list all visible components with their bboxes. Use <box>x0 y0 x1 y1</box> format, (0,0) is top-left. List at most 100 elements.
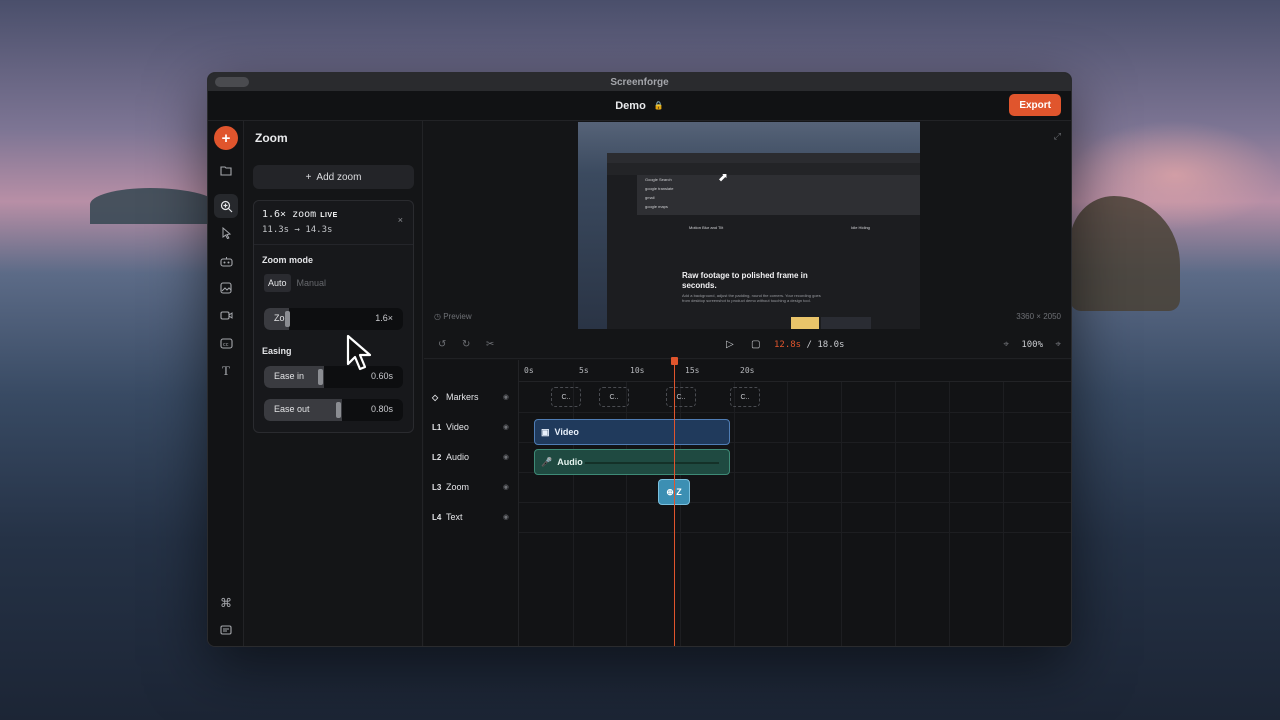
folder-icon[interactable] <box>214 158 238 182</box>
timeline-zoom-level[interactable]: 100% <box>1021 340 1043 350</box>
export-button[interactable]: Export <box>1009 94 1061 116</box>
marker-chip[interactable]: C.. <box>666 387 696 407</box>
captions-icon[interactable]: cc <box>214 331 238 355</box>
eye-icon[interactable]: ◉ <box>503 423 509 431</box>
text-icon[interactable]: T <box>214 359 238 383</box>
preview-thumbnail <box>791 317 819 329</box>
chat-icon[interactable] <box>214 619 238 643</box>
preview-col-title: Motion Blur and Tilt <box>689 225 724 230</box>
window-title: Screenforge <box>610 76 669 88</box>
track-labels: ◇ Markers ◉ L1 Video ◉ L2 Audio ◉ L3 Zoo… <box>424 360 519 646</box>
time-display: 12.8s / 18.0s <box>774 340 844 350</box>
video-clip-label: Video <box>554 427 579 437</box>
track-header-markers[interactable]: ◇ Markers ◉ <box>424 382 519 412</box>
eye-icon[interactable]: ◉ <box>503 393 509 401</box>
tick-label: 5s <box>579 366 589 375</box>
track-header-text[interactable]: L4 Text ◉ <box>424 502 519 532</box>
zoom-factor: 1.6× zoom <box>262 209 317 220</box>
preview-col-title: Idle Hiding <box>851 225 870 230</box>
track-header-video[interactable]: L1 Video ◉ <box>424 412 519 442</box>
add-zoom-button[interactable]: + Add zoom <box>253 165 414 189</box>
video-clip[interactable]: ▣ Video <box>534 419 730 445</box>
zoom-out-icon[interactable]: ⌖ <box>1003 339 1009 350</box>
track-name: Markers <box>446 392 479 402</box>
play-icon[interactable]: ▷ <box>726 339 734 350</box>
time-ruler[interactable]: 0s 5s 10s 15s 20s <box>519 360 1071 382</box>
preview-cursor-icon: ⬈ <box>718 170 729 184</box>
mode-auto-button[interactable]: Auto <box>264 274 291 292</box>
add-icon[interactable]: + <box>214 126 238 150</box>
lock-icon: 🔒 <box>653 101 664 110</box>
zoom-level-slider[interactable]: Zo 1.6× <box>264 308 403 330</box>
total-time: 18.0s <box>817 340 845 350</box>
preview-dropdown: Google Search google translate gmail goo… <box>637 175 920 215</box>
split-icon[interactable]: ✂ <box>486 339 494 350</box>
eye-icon[interactable]: ◉ <box>503 483 509 491</box>
preview-tab-bar <box>607 153 920 163</box>
dropdown-item: Google Search <box>645 177 672 182</box>
stop-icon[interactable]: ▢ <box>751 339 760 350</box>
audio-clip[interactable]: 🎤 Audio <box>534 449 730 475</box>
ease-out-label: Ease out <box>274 404 310 414</box>
playhead[interactable] <box>671 357 678 646</box>
playhead-handle[interactable] <box>671 357 678 365</box>
slider-handle[interactable] <box>318 369 323 385</box>
zoom-mode-toggle: Auto Manual <box>264 274 330 292</box>
track-grid[interactable]: C.. C.. C.. C.. ▣ Video 🎤 Audio ⊕ Z <box>519 382 1071 646</box>
document-title[interactable]: Demo <box>615 100 646 112</box>
preview-body: Add a background, adjust the padding, ro… <box>682 293 821 303</box>
zoom-mode-label: Zoom mode <box>262 255 313 265</box>
eye-icon[interactable]: ◉ <box>503 453 509 461</box>
track-id: L3 <box>432 482 442 492</box>
preview-frame[interactable]: Google Search google translate gmail goo… <box>578 122 920 329</box>
marker-chip[interactable]: C.. <box>599 387 629 407</box>
ease-out-slider[interactable]: Ease out 0.80s <box>264 399 403 421</box>
window-controls[interactable] <box>215 77 249 87</box>
audio-waveform <box>585 462 719 464</box>
slider-label: Zo <box>274 313 285 323</box>
cursor-icon[interactable] <box>214 221 238 245</box>
dropdown-item: google translate <box>645 186 674 191</box>
camera-icon[interactable] <box>214 249 238 273</box>
track-id: L4 <box>432 512 442 522</box>
preview-thumbnail <box>821 317 871 329</box>
command-icon[interactable]: ⌘ <box>214 591 238 615</box>
eye-icon[interactable]: ◉ <box>503 513 509 521</box>
divider <box>254 244 413 245</box>
track-name: Zoom <box>446 482 470 492</box>
track-header-zoom[interactable]: L3 Zoom ◉ <box>424 472 519 502</box>
tool-rail: + cc T ⌘ <box>208 121 244 646</box>
app-header: Demo 🔒 Export <box>208 91 1071 121</box>
ease-out-value: 0.80s <box>370 404 393 414</box>
ease-in-slider[interactable]: Ease in 0.60s <box>264 366 403 388</box>
track-name: Audio <box>446 452 470 462</box>
marker-icon: ◇ <box>432 392 439 402</box>
preview-resolution: 3360 × 2050 <box>1016 312 1061 321</box>
undo-icon[interactable]: ↺ <box>438 339 446 350</box>
marker-chip[interactable]: C.. <box>551 387 581 407</box>
redo-icon[interactable]: ↻ <box>462 339 470 350</box>
image-icon[interactable] <box>214 276 238 300</box>
time-separator: / <box>801 340 818 350</box>
expand-icon[interactable]: ⤢ <box>1054 131 1061 142</box>
preview-address-bar <box>607 163 920 175</box>
video-clip-icon: ▣ <box>541 426 550 437</box>
dropdown-item: google maps <box>645 204 668 209</box>
track-header-audio[interactable]: L2 Audio ◉ <box>424 442 519 472</box>
zoom-tool-icon[interactable] <box>214 194 238 218</box>
zoom-card: 1.6× zoom LIVE 11.3s → 14.3s × Zoom mode … <box>253 200 414 433</box>
panel-title: Zoom <box>255 131 288 145</box>
close-icon[interactable]: × <box>398 215 403 225</box>
marker-chip[interactable]: C.. <box>730 387 760 407</box>
add-zoom-label: Add zoom <box>316 171 362 183</box>
plus-icon: + <box>305 171 312 183</box>
ease-in-value: 0.60s <box>370 371 393 381</box>
mode-manual-button[interactable]: Manual <box>293 274 331 292</box>
slider-handle[interactable] <box>336 402 341 418</box>
slider-value: 1.6× <box>375 313 393 323</box>
slider-handle[interactable] <box>285 311 290 327</box>
track-name: Text <box>446 512 463 522</box>
zoom-in-icon[interactable]: ⌖ <box>1055 339 1061 350</box>
mouse-cursor-icon <box>346 334 372 371</box>
video-icon[interactable] <box>214 303 238 327</box>
